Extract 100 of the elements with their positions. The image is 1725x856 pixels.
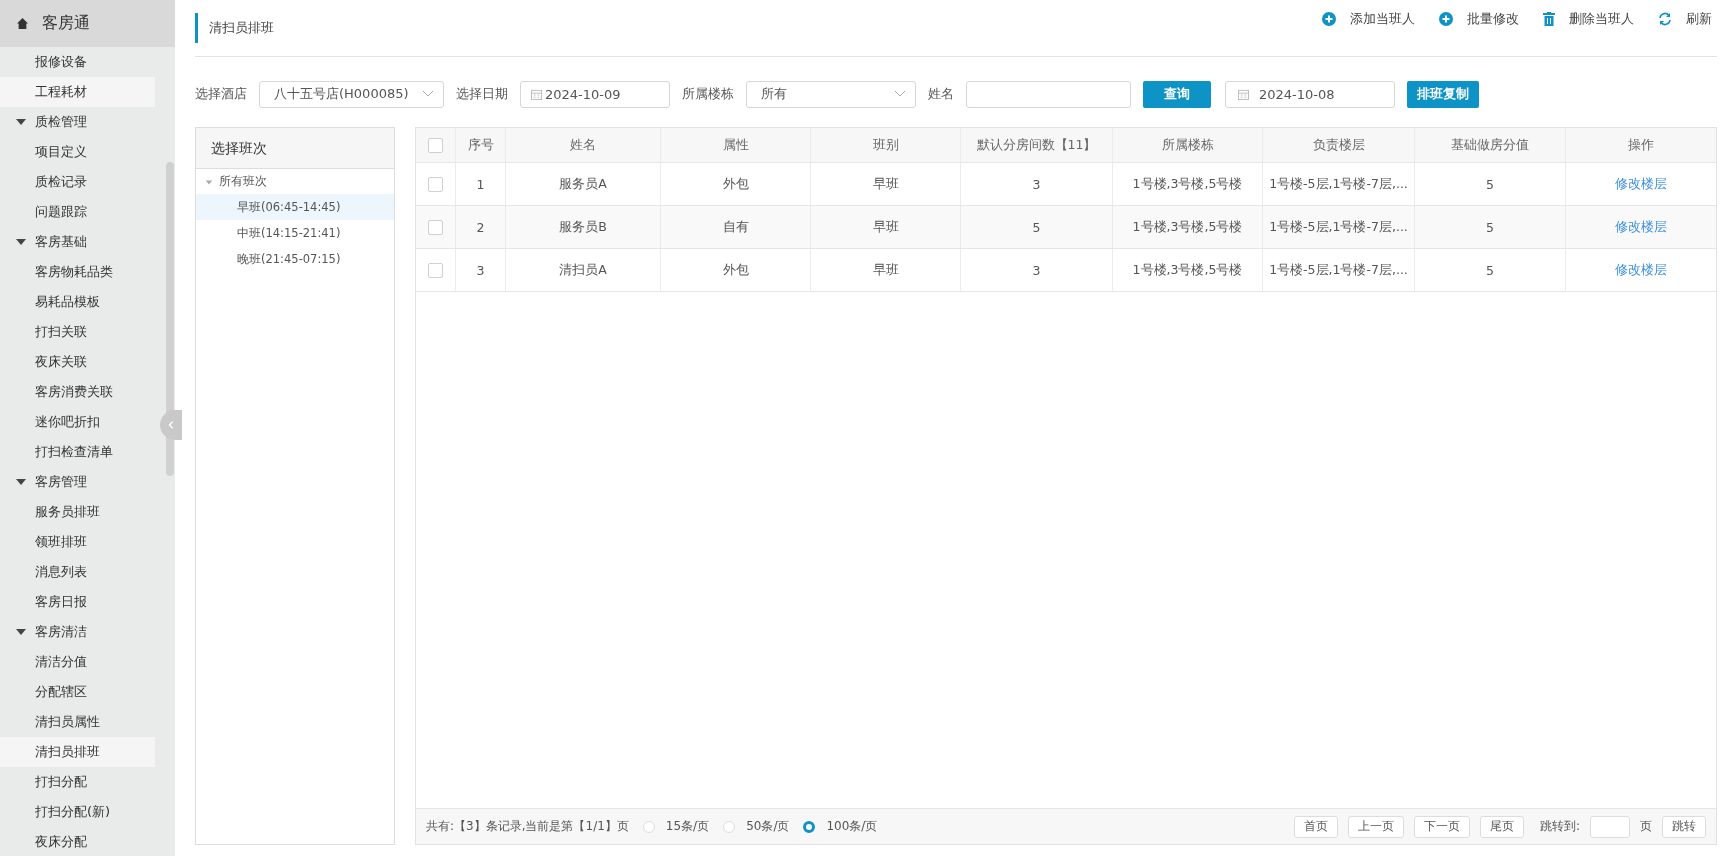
name-input[interactable] xyxy=(966,80,1131,108)
checkbox[interactable] xyxy=(428,176,443,192)
field-label: 姓名 xyxy=(928,85,954,103)
toolbar-button[interactable]: 添加当班人 xyxy=(1322,10,1415,28)
menu-item[interactable]: 夜床关联 xyxy=(0,347,155,377)
pager-button[interactable]: 尾页 xyxy=(1479,815,1524,838)
checkbox[interactable] xyxy=(428,262,443,278)
table-cell: 清扫员A xyxy=(506,249,661,291)
page-size-option[interactable]: 15条/页 xyxy=(642,818,710,835)
copy-date-field[interactable]: 2024-10-08 xyxy=(1225,80,1395,108)
menu-item[interactable]: 清扫员排班 xyxy=(0,737,155,767)
table-cell: 5 xyxy=(1415,163,1566,205)
table-cell: 5 xyxy=(1415,249,1566,291)
toolbar-button[interactable]: 批量修改 xyxy=(1439,10,1519,28)
tree-node[interactable]: 中班(14:15-21:41) xyxy=(196,220,394,246)
column-header: 负责楼层 xyxy=(1263,128,1415,162)
table-cell: 5 xyxy=(1415,206,1566,248)
chevron-left-icon xyxy=(167,421,175,429)
edit-floor-link[interactable]: 修改楼层 xyxy=(1615,261,1667,279)
radio-button[interactable] xyxy=(803,820,816,833)
table-cell: 1号楼,3号楼,5号楼 xyxy=(1113,163,1263,205)
table-cell: 服务员B xyxy=(506,206,661,248)
page-unit: 页 xyxy=(1640,818,1652,835)
home-icon xyxy=(17,18,28,29)
caret-icon xyxy=(16,477,26,487)
page-title: 清扫员排班 xyxy=(195,13,274,43)
menu-group[interactable]: 客房清洁 xyxy=(0,617,155,647)
building-select[interactable]: 所有 xyxy=(746,80,916,108)
page-size-option[interactable]: 50条/页 xyxy=(723,818,790,835)
page-size-option[interactable]: 100条/页 xyxy=(803,818,878,835)
tree-node[interactable]: 晚班(21:45-07:15) xyxy=(196,246,394,272)
table-cell: 服务员A xyxy=(506,163,661,205)
column-header: 序号 xyxy=(456,128,506,162)
pager-button[interactable]: 首页 xyxy=(1293,815,1338,838)
menu-group[interactable]: 客房基础 xyxy=(0,227,155,257)
column-header: 姓名 xyxy=(506,128,661,162)
column-header: 属性 xyxy=(661,128,811,162)
menu-item[interactable]: 项目定义 xyxy=(0,137,155,167)
menu-group[interactable]: 客房管理 xyxy=(0,467,155,497)
table-cell: 外包 xyxy=(661,163,811,205)
plus-circle-icon xyxy=(1439,12,1453,26)
column-header: 基础做房分值 xyxy=(1415,128,1566,162)
tree-node[interactable]: 早班(06:45-14:45) xyxy=(196,194,394,220)
table-cell: 1号楼-5层,1号楼-7层,... xyxy=(1263,249,1415,291)
menu-item[interactable]: 打扫分配(新) xyxy=(0,797,155,827)
menu-item[interactable]: 质检记录 xyxy=(0,167,155,197)
menu-item[interactable]: 服务员排班 xyxy=(0,497,155,527)
column-header: 默认分房间数【11】 xyxy=(961,128,1113,162)
table-cell: 1号楼,3号楼,5号楼 xyxy=(1113,206,1263,248)
menu-item[interactable]: 打扫检查清单 xyxy=(0,437,155,467)
pager-button[interactable]: 上一页 xyxy=(1347,815,1404,838)
menu-item[interactable]: 工程耗材 xyxy=(0,77,155,107)
caret-icon xyxy=(205,177,213,186)
column-header: 班别 xyxy=(811,128,961,162)
page-input[interactable] xyxy=(1590,815,1630,838)
menu-item[interactable]: 打扫关联 xyxy=(0,317,155,347)
panel-title: 选择班次 xyxy=(196,128,394,169)
menu-item[interactable]: 打扫分配 xyxy=(0,767,155,797)
checkbox[interactable] xyxy=(428,137,443,153)
menu-item[interactable]: 消息列表 xyxy=(0,557,155,587)
menu-group[interactable]: 质检管理 xyxy=(0,107,155,137)
menu-item[interactable]: 客房日报 xyxy=(0,587,155,617)
chevron-down-icon xyxy=(894,90,906,98)
menu-item[interactable]: 迷你吧折扣 xyxy=(0,407,155,437)
menu-item[interactable]: 易耗品模板 xyxy=(0,287,155,317)
edit-floor-link[interactable]: 修改楼层 xyxy=(1615,175,1667,193)
table-cell: 5 xyxy=(961,206,1113,248)
menu-item[interactable]: 领班排班 xyxy=(0,527,155,557)
table-cell: 自有 xyxy=(661,206,811,248)
menu-item[interactable]: 报修设备 xyxy=(0,47,155,77)
toolbar-button[interactable]: 刷新 xyxy=(1658,10,1712,28)
scrollbar[interactable] xyxy=(166,162,174,476)
app-title: 客房通 xyxy=(42,13,90,34)
caret-icon xyxy=(16,627,26,637)
calendar-icon xyxy=(531,88,542,100)
jump-button[interactable]: 跳转 xyxy=(1662,815,1706,838)
date-field[interactable]: 2024-10-09 xyxy=(520,80,670,108)
checkbox[interactable] xyxy=(428,219,443,235)
field-label: 选择酒店 xyxy=(195,85,247,103)
tree-node[interactable]: 所有班次 xyxy=(196,169,394,194)
menu-item[interactable]: 清洁分值 xyxy=(0,647,155,677)
menu-item[interactable]: 客房消费关联 xyxy=(0,377,155,407)
collapse-handle[interactable] xyxy=(160,410,182,440)
caret-icon xyxy=(16,237,26,247)
column-header: 所属楼栋 xyxy=(1113,128,1263,162)
menu-item[interactable]: 分配辖区 xyxy=(0,677,155,707)
menu-item[interactable]: 夜床分配 xyxy=(0,827,155,856)
table-cell: 3 xyxy=(961,163,1113,205)
menu-item[interactable]: 清扫员属性 xyxy=(0,707,155,737)
pager-button[interactable]: 下一页 xyxy=(1413,815,1470,838)
menu-item[interactable]: 客房物耗品类 xyxy=(0,257,155,287)
column-header: 操作 xyxy=(1627,135,1655,154)
toolbar-button[interactable]: 删除当班人 xyxy=(1543,10,1634,28)
calendar-icon xyxy=(1238,88,1249,100)
table-cell: 3 xyxy=(961,249,1113,291)
field-label: 选择日期 xyxy=(456,85,508,103)
menu-item[interactable]: 问题跟踪 xyxy=(0,197,155,227)
table-cell: 早班 xyxy=(811,249,961,291)
hotel-select[interactable]: 八十五号店(H000085) xyxy=(259,80,444,108)
record-summary: 共有:【3】条记录,当前是第【1/1】页 xyxy=(426,818,629,835)
